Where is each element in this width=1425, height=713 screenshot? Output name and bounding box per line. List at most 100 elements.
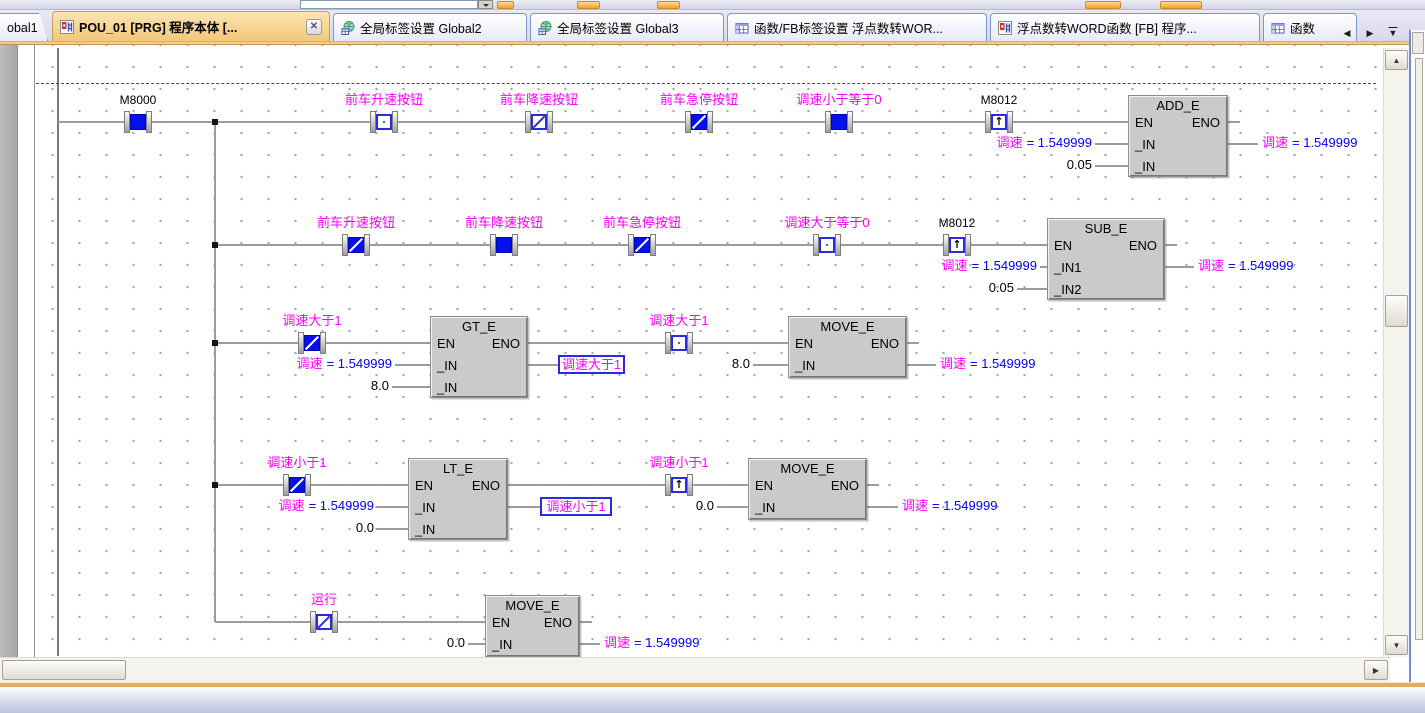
horizontal-scrollbar[interactable]: ▶ xyxy=(0,657,1390,682)
contact-state-indicator xyxy=(819,237,835,253)
ladder-contact-nc-on[interactable] xyxy=(283,474,311,496)
vertical-scrollbar[interactable]: ▲▼ xyxy=(1383,48,1409,657)
ladder-contact-no-on[interactable] xyxy=(825,111,853,133)
toolbar-button-fragment[interactable] xyxy=(577,1,600,9)
block-title: MOVE_E xyxy=(749,461,866,476)
scroll-up-icon[interactable]: ▲ xyxy=(1385,50,1408,70)
contact-bar xyxy=(392,111,398,133)
scroll-tabs-left-button[interactable]: ◀ xyxy=(1338,24,1356,42)
output-value: 调速 = 1.549999 xyxy=(902,498,997,514)
input-wire xyxy=(1017,288,1047,290)
input-value: 0.05 xyxy=(1067,157,1092,173)
scroll-down-icon[interactable]: ▼ xyxy=(1385,635,1408,655)
ladder-contact-nc-on[interactable] xyxy=(298,332,326,354)
ladder-contact-edge[interactable]: ↑ xyxy=(985,111,1013,133)
block-en-pin: EN xyxy=(492,615,510,630)
ladder-left-margin xyxy=(18,45,35,657)
ladder-contact-nc-on[interactable] xyxy=(342,234,370,256)
function-block-LT_E[interactable]: LT_EENENO_IN_IN xyxy=(408,458,508,540)
result-wire xyxy=(528,364,558,366)
ladder-editor-canvas[interactable]: M8000前车升速按钮前车降速按钮前车急停按钮调速小于等于0↑M8012ADD_… xyxy=(35,45,1383,657)
function-block-GT_E[interactable]: GT_EENENO_IN_IN xyxy=(430,316,528,398)
ladder-contact-no-on[interactable] xyxy=(490,234,518,256)
ladder-contact-no-on[interactable] xyxy=(124,111,152,133)
block-eno-pin: ENO xyxy=(871,336,899,351)
block-eno-pin: ENO xyxy=(492,336,520,351)
tab-2[interactable]: POU_01 [PRG] 程序本体 [... ✕ xyxy=(52,11,330,41)
scroll-tabs-right-button[interactable]: ▶ xyxy=(1361,24,1379,42)
tab-1[interactable]: obal1 xyxy=(0,13,48,41)
scroll-right-icon[interactable]: ▶ xyxy=(1364,660,1388,680)
tab-5[interactable]: 函数/FB标签设置 浮点数转WOR... xyxy=(727,13,987,41)
function-block-MOVE_E[interactable]: MOVE_EENENO_IN xyxy=(748,458,867,520)
toolbar-button-fragment[interactable] xyxy=(497,1,514,9)
input-wire xyxy=(1095,165,1128,167)
junction-dot xyxy=(212,242,218,248)
result-wire xyxy=(508,506,540,508)
tab-close-button[interactable]: ✕ xyxy=(306,19,322,35)
block-input-pin: _IN xyxy=(415,522,435,537)
combobox-dropdown-icon[interactable] xyxy=(478,0,493,9)
contact-bar xyxy=(707,111,713,133)
result-variable-box[interactable]: 调速小于1 xyxy=(540,497,612,516)
horizontal-scroll-thumb[interactable] xyxy=(2,660,126,680)
ladder-contact-no-off[interactable] xyxy=(665,332,693,354)
output-value: 调速= 1.549999 xyxy=(1198,258,1293,274)
input-wire xyxy=(1095,143,1128,145)
function-block-MOVE_E[interactable]: MOVE_EENENO_IN xyxy=(788,316,907,378)
tab-3[interactable]: 全局标签设置 Global2 xyxy=(333,13,527,41)
toolbar-button-fragment[interactable] xyxy=(1085,1,1121,9)
result-variable-box[interactable]: 调速大于1 xyxy=(558,355,625,374)
tab-list-button[interactable]: ▼ xyxy=(1384,24,1402,42)
block-input-pin: _IN xyxy=(492,637,512,652)
tab-label: POU_01 [PRG] 程序本体 [... xyxy=(79,17,237,36)
fb-label-icon xyxy=(735,21,749,35)
contact-state-indicator xyxy=(496,237,512,253)
vertical-scroll-thumb[interactable] xyxy=(1385,295,1408,327)
input-value: 调速= 1.549999 xyxy=(297,356,392,372)
contact-bar xyxy=(547,111,553,133)
variable-value: = 1.549999 xyxy=(327,356,392,371)
toolbar-button-fragment[interactable] xyxy=(657,1,680,9)
ladder-contact-nc-on[interactable] xyxy=(628,234,656,256)
variable-name: 调速 xyxy=(902,498,928,513)
docked-window-fragment xyxy=(1412,32,1424,54)
block-title: MOVE_E xyxy=(486,598,579,613)
input-wire xyxy=(392,386,430,388)
variable-value: = 1.549999 xyxy=(1027,135,1092,150)
function-block-MOVE_E[interactable]: MOVE_E EN ENO _IN xyxy=(485,595,580,657)
function-block-ADD_E[interactable]: ADD_EENENO_IN_IN xyxy=(1128,95,1228,177)
contact-state-indicator xyxy=(531,114,547,130)
block-eno-pin: ENO xyxy=(831,478,859,493)
ladder-program-icon xyxy=(60,20,74,34)
block-en-pin: EN xyxy=(755,478,773,493)
ladder-contact-nc-on[interactable] xyxy=(685,111,713,133)
block-eno-pin: ENO xyxy=(544,615,572,630)
toolbar-button-fragment[interactable] xyxy=(1160,1,1202,9)
fb-label-icon xyxy=(1271,21,1285,35)
rung-wire xyxy=(58,121,1240,123)
tab-4[interactable]: 全局标签设置 Global3 xyxy=(530,13,724,41)
variable-value: = 1.549999 xyxy=(1228,258,1293,273)
variable-value: = 1.549999 xyxy=(932,498,997,513)
docked-window-edge xyxy=(1409,30,1425,682)
function-block-SUB_E[interactable]: SUB_EENENO_IN1_IN2 xyxy=(1047,218,1165,300)
block-input-pin: _IN xyxy=(795,358,815,373)
input-wire xyxy=(468,643,485,645)
contact-label: 前车升速按钮 xyxy=(345,92,423,108)
ladder-contact-edge[interactable]: ↑ xyxy=(943,234,971,256)
ladder-contact-nc-off[interactable] xyxy=(310,611,338,633)
contact-bar xyxy=(512,234,518,256)
ladder-contact-no-off[interactable] xyxy=(370,111,398,133)
ladder-contact-edge[interactable]: ↑ xyxy=(665,474,693,496)
ladder-contact-no-off[interactable] xyxy=(813,234,841,256)
block-input-pin: _IN xyxy=(415,500,435,515)
toolbar-combobox-fragment[interactable] xyxy=(300,0,478,9)
block-input-pin: _IN xyxy=(1135,159,1155,174)
ladder-contact-nc-off[interactable] xyxy=(525,111,553,133)
docked-scrollbar-fragment[interactable] xyxy=(1415,58,1423,640)
variable-value: = 1.549999 xyxy=(634,635,699,650)
constant-value: 0.05 xyxy=(1067,157,1092,172)
input-wire xyxy=(753,364,788,366)
tab-6[interactable]: 浮点数转WORD函数 [FB] 程序... xyxy=(990,13,1260,41)
